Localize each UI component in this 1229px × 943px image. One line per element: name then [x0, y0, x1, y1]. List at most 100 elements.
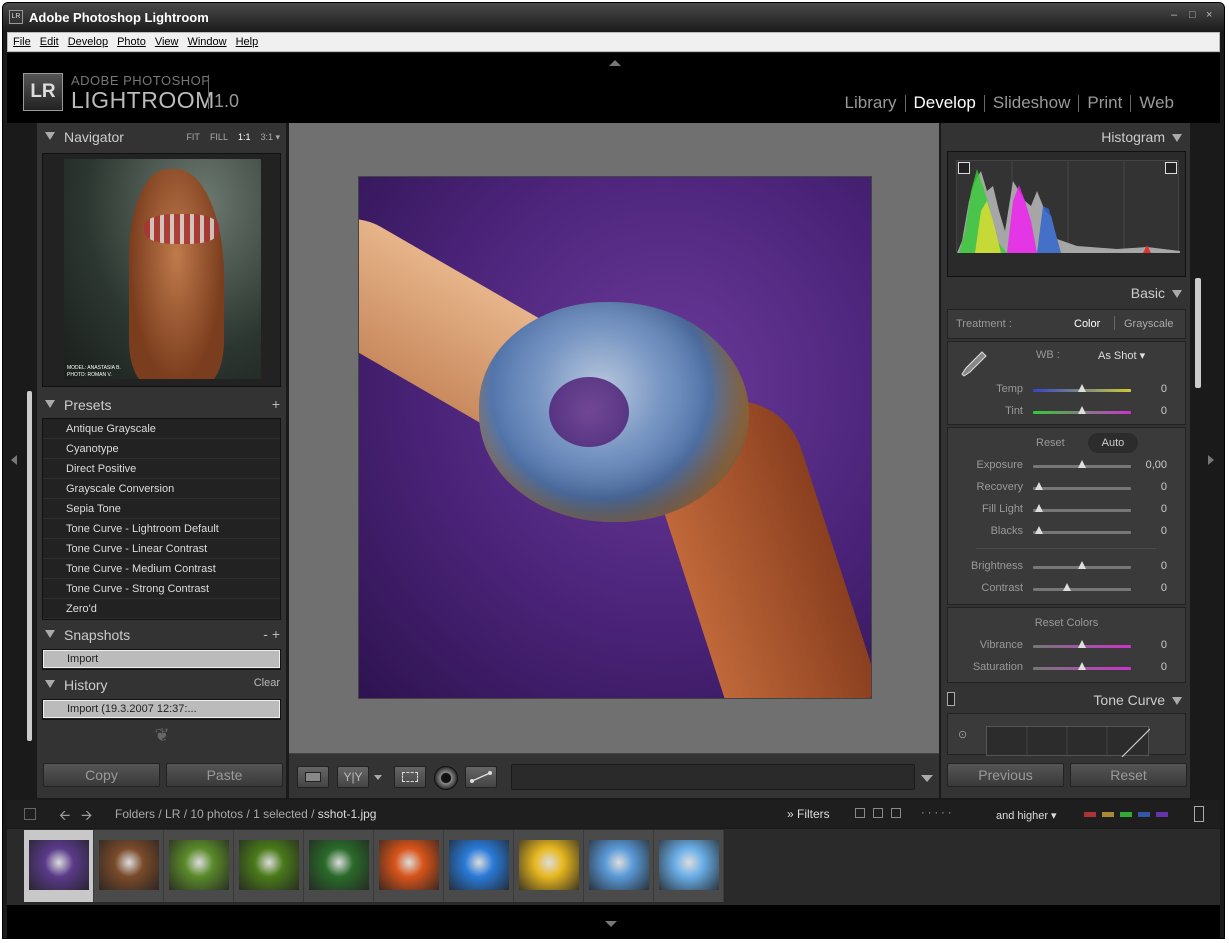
module-develop[interactable]: Develop	[906, 93, 984, 113]
menu-view[interactable]: View	[155, 36, 179, 48]
previous-button[interactable]: Previous	[947, 763, 1064, 787]
presets-header[interactable]: Presets +	[37, 393, 286, 417]
history-item[interactable]: Import (19.3.2007 12:37:...	[43, 700, 280, 718]
maximize-icon[interactable]: □	[1189, 9, 1196, 21]
toolbar-menu-icon[interactable]	[921, 775, 933, 782]
color-label-yellow[interactable]	[1102, 812, 1114, 817]
back-arrow-icon[interactable]: 🡨	[59, 805, 70, 829]
wb-select[interactable]: As Shot ▾	[1098, 349, 1145, 362]
minimize-icon[interactable]: –	[1171, 9, 1177, 21]
slider-value[interactable]: 0	[1161, 383, 1167, 395]
preset-item[interactable]: Direct Positive	[43, 459, 280, 479]
highlight-clipping-icon[interactable]	[1165, 162, 1177, 174]
menu-window[interactable]: Window	[187, 36, 226, 48]
reset-tone-button[interactable]: Reset	[1036, 437, 1065, 449]
slider-value[interactable]: 0	[1161, 560, 1167, 572]
slider-value[interactable]: 0	[1161, 525, 1167, 537]
slider-thumb[interactable]	[1078, 640, 1086, 648]
module-library[interactable]: Library	[837, 93, 905, 113]
slider-thumb[interactable]	[1078, 460, 1086, 468]
clear-history-button[interactable]: Clear	[254, 677, 280, 689]
filmstrip-thumb[interactable]	[234, 830, 304, 902]
menu-develop[interactable]: Develop	[68, 36, 108, 48]
red-eye-icon[interactable]	[434, 766, 458, 790]
image-view[interactable]	[289, 123, 939, 753]
target-adjust-icon[interactable]: ⊙	[958, 728, 967, 741]
slider-thumb[interactable]	[1078, 406, 1086, 414]
slider-thumb[interactable]	[1035, 526, 1043, 534]
slider-track[interactable]	[1033, 509, 1131, 512]
shadow-clipping-icon[interactable]	[958, 162, 970, 174]
slider-exposure[interactable]: Exposure 0,00	[948, 456, 1185, 476]
navigator-preview[interactable]: MODEL: ANASTASIA B. PHOTO: ROMAN V.	[42, 153, 281, 387]
menu-edit[interactable]: Edit	[40, 36, 59, 48]
zoom-fit[interactable]: FIT	[186, 132, 200, 143]
collapse-left-icon[interactable]	[11, 455, 17, 465]
slider-value[interactable]: 0	[1161, 582, 1167, 594]
preset-item[interactable]: Cyanotype	[43, 439, 280, 459]
before-after-dropdown-icon[interactable]	[374, 775, 382, 780]
reset-colors-button[interactable]: Reset Colors	[948, 617, 1185, 629]
preset-item[interactable]: Tone Curve - Linear Contrast	[43, 539, 280, 559]
collapse-right-icon[interactable]	[1208, 455, 1214, 465]
rejected-filter-icon[interactable]	[891, 808, 901, 818]
slider-thumb[interactable]	[1078, 662, 1086, 670]
preset-item[interactable]: Tone Curve - Strong Contrast	[43, 579, 280, 599]
slider-value[interactable]: 0	[1161, 639, 1167, 651]
zoom-fill[interactable]: FILL	[210, 132, 228, 143]
preset-item[interactable]: Tone Curve - Medium Contrast	[43, 559, 280, 579]
crop-icon[interactable]	[394, 766, 426, 788]
module-web[interactable]: Web	[1131, 93, 1182, 113]
slider-value[interactable]: 0	[1161, 661, 1167, 673]
menu-help[interactable]: Help	[236, 36, 259, 48]
menu-photo[interactable]: Photo	[117, 36, 146, 48]
color-label-purple[interactable]	[1156, 812, 1168, 817]
collapse-bottom-icon[interactable]	[605, 921, 617, 927]
filmstrip-thumb[interactable]	[654, 830, 724, 902]
navigator-header[interactable]: Navigator FIT FILL 1:1 3:1 ▾	[37, 125, 286, 149]
slider-recovery[interactable]: Recovery 0	[948, 478, 1185, 498]
slider-thumb[interactable]	[1035, 504, 1043, 512]
filmstrip-thumb[interactable]	[94, 830, 164, 902]
preset-item[interactable]: Grayscale Conversion	[43, 479, 280, 499]
basic-header[interactable]: Basic	[941, 281, 1190, 305]
preset-item[interactable]: Tone Curve - Lightroom Default	[43, 519, 280, 539]
slider-fill-light[interactable]: Fill Light 0	[948, 500, 1185, 520]
slider-thumb[interactable]	[1063, 583, 1071, 591]
preset-item[interactable]: Sepia Tone	[43, 499, 280, 519]
module-slideshow[interactable]: Slideshow	[985, 93, 1079, 113]
eyedropper-icon[interactable]	[958, 348, 988, 380]
collapse-top-icon[interactable]	[609, 60, 621, 66]
preset-item[interactable]: Zero'd	[43, 599, 280, 619]
filmstrip-thumb[interactable]	[374, 830, 444, 902]
main-photo[interactable]	[359, 177, 871, 698]
slider-value[interactable]: 0	[1161, 481, 1167, 493]
rating-mode-select[interactable]: and higher ▾	[996, 809, 1057, 822]
slider-temp[interactable]: Temp 0	[948, 380, 1185, 400]
preset-item[interactable]: Antique Grayscale	[43, 419, 280, 439]
slider-thumb[interactable]	[1035, 482, 1043, 490]
tone-curve-header[interactable]: Tone Curve	[941, 688, 1190, 712]
treatment-grayscale-button[interactable]: Grayscale	[1124, 318, 1174, 330]
snapshot-actions[interactable]: - +	[263, 626, 280, 642]
toolbar-info-field[interactable]	[511, 764, 915, 790]
slider-tint[interactable]: Tint 0	[948, 402, 1185, 422]
color-label-blue[interactable]	[1138, 812, 1150, 817]
slider-value[interactable]: 0	[1161, 503, 1167, 515]
slider-saturation[interactable]: Saturation 0	[948, 658, 1185, 678]
left-scrollbar[interactable]	[27, 391, 32, 741]
unflagged-filter-icon[interactable]	[873, 808, 883, 818]
history-header[interactable]: History Clear	[37, 673, 286, 697]
histogram-header[interactable]: Histogram	[941, 125, 1190, 149]
tone-curve-tool-icon[interactable]	[465, 766, 497, 788]
color-label-green[interactable]	[1120, 812, 1132, 817]
auto-tone-button[interactable]: Auto	[1088, 433, 1138, 453]
filmstrip-thumb[interactable]	[584, 830, 654, 902]
filters-button[interactable]: » Filters	[787, 807, 830, 821]
close-icon[interactable]: ×	[1206, 9, 1212, 21]
filmstrip-thumb[interactable]	[164, 830, 234, 902]
add-preset-button[interactable]: +	[272, 396, 280, 412]
tone-curve-graph[interactable]	[986, 726, 1151, 758]
filmstrip-thumb[interactable]	[514, 830, 584, 902]
slider-track[interactable]	[1033, 531, 1131, 534]
